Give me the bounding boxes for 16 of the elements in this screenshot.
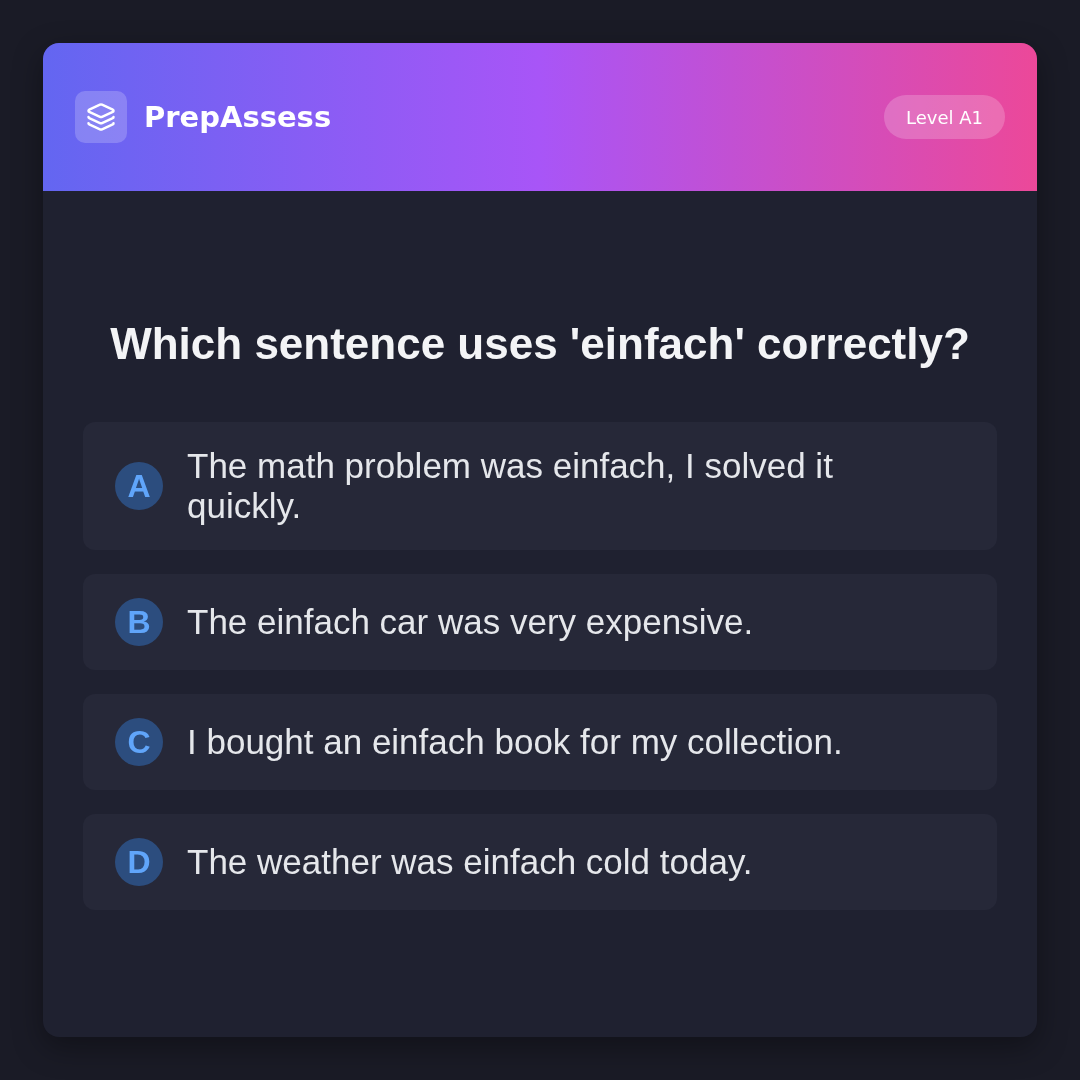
level-badge: Level A1 [884, 95, 1005, 139]
option-letter: A [115, 462, 163, 510]
question-text: Which sentence uses 'einfach' correctly? [109, 318, 971, 370]
option-letter: C [115, 718, 163, 766]
option-letter: B [115, 598, 163, 646]
answer-option[interactable]: B The einfach car was very expensive. [83, 574, 997, 670]
option-text: The weather was einfach cold today. [187, 842, 753, 882]
answer-option[interactable]: A The math problem was einfach, I solved it quickly. [83, 422, 997, 550]
option-text: The math problem was einfach, I solved it quickly. [187, 446, 834, 526]
brand-name: PrepAssess [144, 100, 332, 134]
option-text: I bought an einfach book for my collection. [187, 722, 843, 762]
answer-option[interactable]: C I bought an einfach book for my collection. [83, 694, 997, 790]
layers-icon [75, 91, 127, 143]
answer-option[interactable]: D The weather was einfach cold today. [83, 814, 997, 910]
option-text: The einfach car was very expensive. [187, 602, 754, 642]
option-letter: D [115, 838, 163, 886]
